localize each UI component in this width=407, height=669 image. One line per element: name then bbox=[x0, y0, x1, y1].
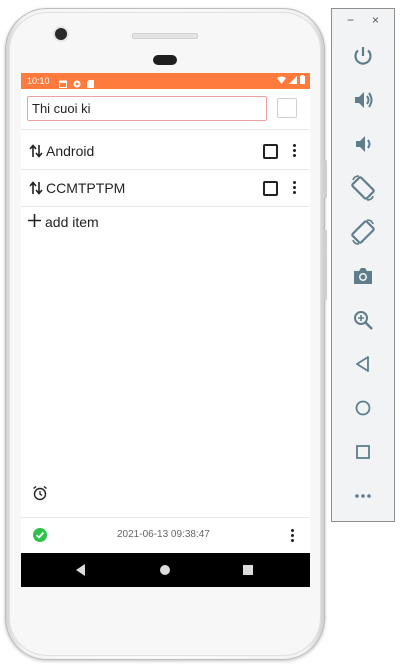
title-checkbox[interactable] bbox=[277, 98, 297, 118]
nav-overview-button[interactable] bbox=[228, 553, 268, 587]
title-row bbox=[21, 89, 310, 129]
list-item[interactable]: Android bbox=[21, 133, 310, 169]
rotate-left-button[interactable] bbox=[349, 174, 377, 202]
close-button[interactable]: × bbox=[372, 13, 379, 27]
alarm-icon[interactable] bbox=[32, 485, 48, 501]
minimize-button[interactable]: − bbox=[347, 13, 354, 27]
status-bar: 10:10 bbox=[21, 73, 310, 89]
sync-footer: 2021-06-13 09:38:47 bbox=[21, 517, 310, 554]
status-right-icons bbox=[277, 73, 305, 89]
item-label: CCMTPTPM bbox=[46, 180, 126, 196]
item-checkbox[interactable] bbox=[263, 181, 278, 196]
screenshot-button[interactable] bbox=[349, 262, 377, 290]
zoom-button[interactable] bbox=[349, 306, 377, 334]
wifi-icon bbox=[277, 73, 286, 89]
item-label: Android bbox=[46, 143, 95, 159]
more-vert-icon[interactable] bbox=[291, 529, 295, 543]
rotate-left-icon bbox=[351, 175, 375, 201]
battery-icon bbox=[300, 73, 305, 89]
sort-icon[interactable] bbox=[29, 180, 43, 196]
overview-button[interactable] bbox=[349, 438, 377, 466]
rotate-right-button[interactable] bbox=[349, 218, 377, 246]
sort-icon[interactable] bbox=[29, 143, 43, 159]
power-button[interactable] bbox=[349, 42, 377, 70]
front-camera bbox=[55, 28, 67, 40]
check-circle-icon bbox=[33, 528, 47, 542]
status-time: 10:10 bbox=[27, 76, 50, 86]
power-side-button bbox=[324, 160, 327, 198]
more-icon bbox=[355, 494, 371, 498]
more-vert-icon[interactable] bbox=[293, 144, 297, 158]
back-icon bbox=[356, 356, 369, 372]
power-icon bbox=[354, 47, 372, 65]
item-checkbox[interactable] bbox=[263, 144, 278, 159]
rotate-right-icon bbox=[351, 219, 375, 245]
toolbar-window-controls: − × bbox=[332, 9, 396, 33]
volume-down-icon bbox=[356, 136, 371, 152]
volume-down-button[interactable] bbox=[349, 130, 377, 158]
volume-up-button[interactable] bbox=[349, 86, 377, 114]
proximity-sensor bbox=[153, 55, 177, 65]
list-title-input[interactable] bbox=[27, 96, 267, 121]
zoom-in-icon bbox=[354, 311, 373, 330]
divider bbox=[21, 129, 310, 130]
signal-icon bbox=[289, 73, 297, 89]
sync-timestamp: 2021-06-13 09:38:47 bbox=[117, 529, 210, 540]
list-item[interactable]: CCMTPTPM bbox=[21, 170, 310, 206]
divider bbox=[21, 206, 310, 207]
navigation-bar bbox=[21, 553, 310, 587]
emulator-toolbar: − × bbox=[331, 8, 395, 522]
more-vert-icon[interactable] bbox=[293, 181, 297, 195]
plus-icon bbox=[28, 214, 41, 228]
add-item-button[interactable]: add item bbox=[21, 210, 310, 234]
home-button[interactable] bbox=[349, 394, 377, 422]
more-button[interactable] bbox=[349, 482, 377, 510]
home-icon bbox=[355, 400, 371, 416]
back-button[interactable] bbox=[349, 350, 377, 378]
nav-back-button[interactable] bbox=[61, 553, 101, 587]
camera-icon bbox=[354, 268, 372, 284]
nav-home-button[interactable] bbox=[145, 553, 185, 587]
earpiece-speaker bbox=[132, 33, 198, 39]
device-screen: 10:10 Android bbox=[21, 73, 310, 587]
volume-up-icon bbox=[355, 92, 373, 108]
volume-side-button bbox=[324, 230, 327, 300]
add-item-label: add item bbox=[45, 214, 99, 230]
overview-icon bbox=[356, 445, 370, 459]
